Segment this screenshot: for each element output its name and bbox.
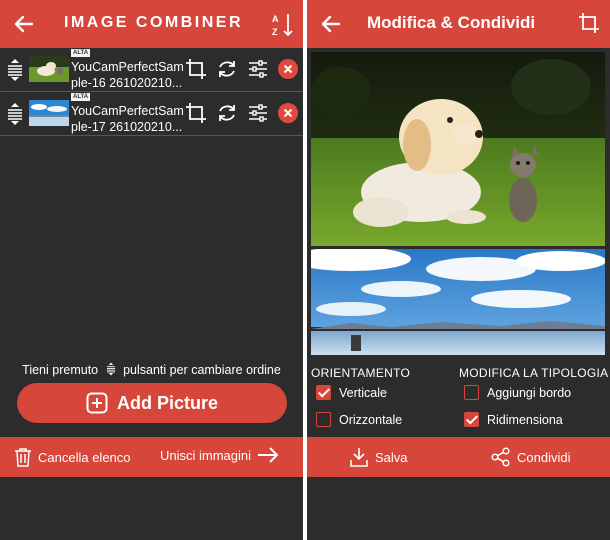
file-name: YouCamPerfectSam ple-16 261020210...	[71, 60, 183, 90]
list-item: ALTA YouCamPerfectSam ple-16 261020210..…	[0, 48, 303, 92]
share-button[interactable]: Condividi	[491, 447, 570, 467]
edit-share-screen: Modifica & Condividi ORIENTAMENTO MODIFI…	[307, 0, 610, 540]
back-arrow-icon[interactable]	[319, 12, 343, 36]
clear-list-button[interactable]: Cancella elenco	[14, 447, 131, 467]
rotate-icon[interactable]	[216, 58, 238, 80]
thumbnail-puppy-kitten	[29, 56, 69, 82]
add-picture-button[interactable]: Add Picture	[17, 383, 287, 423]
horizontal-checkbox[interactable]	[316, 412, 331, 427]
download-icon	[350, 448, 368, 467]
resolution-badge: ALTA	[71, 93, 91, 101]
bottom-action-bar: Cancella elenco Unisci immagini	[0, 437, 303, 477]
app-bar: IMAGE COMBINER A Z	[0, 0, 303, 48]
add-border-checkbox[interactable]	[464, 385, 479, 400]
crop-icon[interactable]	[185, 58, 207, 80]
image-combiner-screen: IMAGE COMBINER A Z ALTA YouCamPerfectSam…	[0, 0, 303, 540]
svg-text:Z: Z	[272, 27, 278, 37]
screen-title: Modifica & Condividi	[367, 13, 536, 32]
vertical-checkbox[interactable]	[316, 385, 331, 400]
adjust-sliders-icon[interactable]	[247, 102, 269, 124]
back-arrow-icon[interactable]	[12, 12, 36, 36]
orientation-heading: ORIENTAMENTO	[311, 366, 411, 380]
sort-az-icon[interactable]: A Z	[271, 12, 295, 38]
file-name: YouCamPerfectSam ple-17 261020210...	[71, 104, 183, 134]
app-bar: Modifica & Condividi	[307, 0, 610, 48]
list-item: ALTA YouCamPerfectSam ple-17 261020210..…	[0, 92, 303, 136]
save-button[interactable]: Salva	[349, 447, 408, 467]
combined-image-top	[311, 52, 605, 246]
add-icon	[86, 392, 108, 414]
combined-image-bottom	[311, 249, 605, 355]
merge-images-button[interactable]: Unisci immagini	[160, 447, 279, 463]
crop-icon[interactable]	[578, 12, 600, 34]
trash-icon	[15, 448, 31, 467]
remove-icon[interactable]	[278, 59, 298, 79]
rotate-icon[interactable]	[216, 102, 238, 124]
drag-handle-icon[interactable]	[6, 102, 24, 126]
arrow-right-icon	[258, 447, 279, 463]
bottom-action-bar: Salva Condividi	[307, 437, 610, 477]
vertical-option[interactable]: Verticale	[316, 385, 387, 400]
resize-checkbox[interactable]	[464, 412, 479, 427]
drag-handle-icon	[106, 362, 115, 376]
add-border-option[interactable]: Aggiungi bordo	[464, 385, 571, 400]
remove-icon[interactable]	[278, 103, 298, 123]
thumbnail-sky-lake	[29, 100, 69, 126]
adjust-sliders-icon[interactable]	[247, 58, 269, 80]
crop-icon[interactable]	[185, 102, 207, 124]
horizontal-option[interactable]: Orizzontale	[316, 412, 402, 427]
type-heading: MODIFICA LA TIPOLOGIA	[459, 366, 609, 380]
drag-handle-icon[interactable]	[6, 58, 24, 82]
svg-text:A: A	[272, 14, 279, 24]
resize-option[interactable]: Ridimensiona	[464, 412, 563, 427]
resolution-badge: ALTA	[71, 49, 91, 57]
app-title: IMAGE COMBINER	[64, 14, 243, 31]
reorder-hint: Tieni premuto pulsanti per cambiare ordi…	[22, 362, 281, 377]
share-icon	[491, 447, 510, 467]
